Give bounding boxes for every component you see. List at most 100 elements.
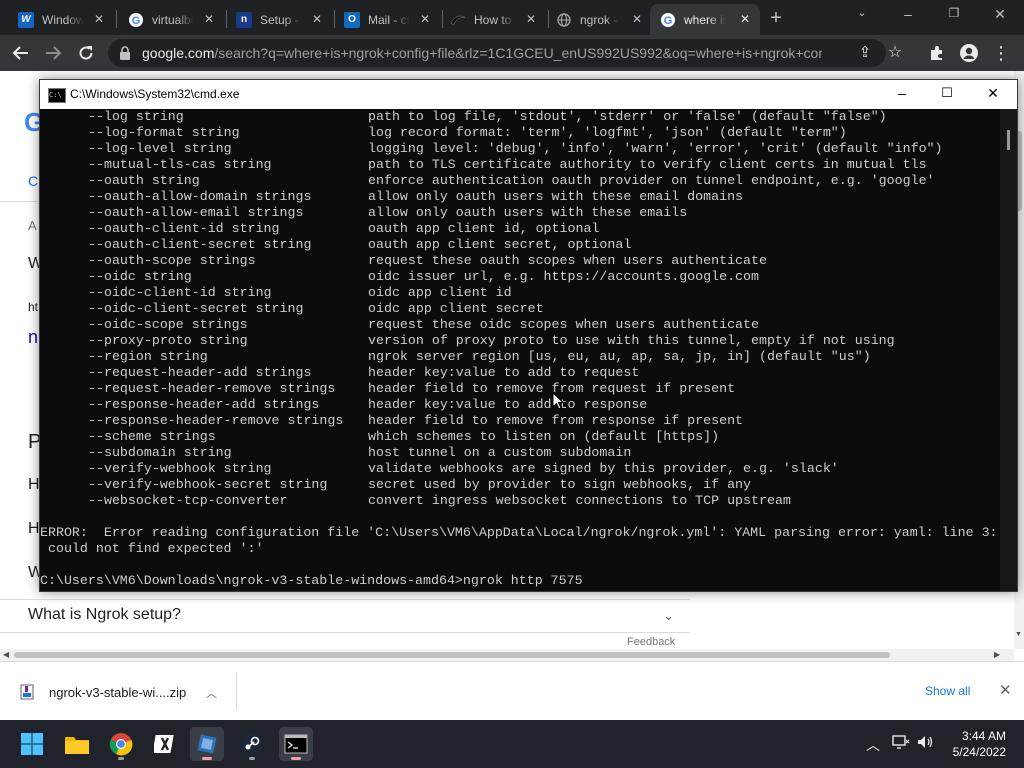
- svg-text:G: G: [664, 15, 673, 27]
- tab-close-icon[interactable]: ✕: [738, 12, 752, 26]
- windows-taskbar: ︿ 3:44 AM 5/24/2022: [0, 720, 1024, 768]
- show-all-downloads-button[interactable]: Show all: [925, 684, 970, 698]
- cmd-scrollbar[interactable]: [1000, 109, 1017, 591]
- browser-tab[interactable]: n Setup - ngrok ✕: [226, 4, 332, 35]
- lock-icon[interactable]: [118, 45, 132, 61]
- running-indicator: [118, 757, 124, 760]
- scroll-right-arrow-icon[interactable]: ▶: [994, 650, 1000, 659]
- option-flag: --verify-webhook-secret string: [88, 477, 328, 492]
- share-icon[interactable]: ⇪: [854, 42, 876, 64]
- close-browser-button[interactable]: ✕: [990, 6, 1010, 23]
- cmd-close-button[interactable]: ✕: [983, 85, 1003, 102]
- download-item[interactable]: ngrok-v3-stable-wi....zip ︿: [12, 676, 234, 708]
- google-favicon-icon: G: [660, 12, 676, 28]
- tab-close-icon[interactable]: ✕: [202, 12, 216, 26]
- show-hidden-icons-chevron-icon[interactable]: ︿: [866, 735, 880, 755]
- tab-close-icon[interactable]: ✕: [418, 12, 432, 26]
- cmd-window[interactable]: C:\ C:\Windows\System32\cmd.exe – ☐ ✕ --…: [39, 79, 1018, 592]
- tab-search-chevron-icon[interactable]: ⌄: [852, 6, 872, 19]
- address-bar[interactable]: google.com/search?q=where+is+ngrok+confi…: [108, 39, 902, 67]
- taskbar-chrome[interactable]: [104, 727, 138, 761]
- start-button[interactable]: [15, 727, 49, 761]
- xbox-icon: [154, 735, 174, 753]
- forward-arrow-icon[interactable]: [42, 42, 64, 64]
- browser-tab-active[interactable]: G where is ✕: [650, 4, 760, 35]
- console-output[interactable]: --log string path to log file, 'stdout', …: [40, 109, 998, 591]
- tab-close-icon[interactable]: ✕: [310, 12, 324, 26]
- browser-tab[interactable]: G virtualbox ✕: [118, 4, 224, 35]
- browser-tab-strip: W Windows ✕ G virtualbox ✕ n Setup - ngr…: [0, 0, 1024, 35]
- svg-text:G: G: [132, 15, 141, 27]
- cmd-minimize-button[interactable]: –: [892, 85, 912, 101]
- faq-item[interactable]: What is Ngrok setup? ⌄: [28, 606, 688, 630]
- tab-close-icon[interactable]: ✕: [92, 12, 106, 26]
- taskbar-cmd[interactable]: [279, 727, 313, 761]
- cmd-maximize-button[interactable]: ☐: [937, 85, 957, 101]
- close-downloads-bar-icon[interactable]: ✕: [999, 681, 1012, 699]
- zip-file-icon: [20, 684, 34, 700]
- minimize-browser-button[interactable]: –: [898, 6, 918, 22]
- browser-menu-kebab-icon[interactable]: ⋮: [990, 42, 1012, 64]
- profile-avatar-icon[interactable]: [958, 42, 980, 64]
- option-flag: --mutual-tls-cas string: [88, 157, 272, 172]
- option-description: oidc issuer url, e.g. https://accounts.g…: [368, 269, 759, 284]
- reload-icon[interactable]: [75, 42, 97, 64]
- option-description: version of proxy proto to use with this …: [368, 333, 895, 348]
- cmd-title-bar[interactable]: C:\ C:\Windows\System32\cmd.exe – ☐ ✕: [40, 80, 1017, 109]
- scroll-left-arrow-icon[interactable]: ◀: [3, 650, 9, 659]
- option-flag: --response-header-remove strings: [88, 413, 344, 428]
- option-description: oidc app client secret: [368, 301, 544, 316]
- url-text[interactable]: google.com/search?q=where+is+ngrok+confi…: [142, 45, 822, 61]
- google-favicon-icon: G: [128, 12, 144, 28]
- page-horizontal-scrollbar[interactable]: ◀ ▶: [0, 649, 1014, 661]
- cmd-scroll-thumb[interactable]: [1007, 130, 1010, 150]
- ngrok-n-favicon-icon: n: [236, 11, 252, 28]
- option-description: path to TLS certificate authority to ver…: [368, 157, 927, 172]
- taskbar-virtualbox[interactable]: [190, 727, 224, 761]
- download-file-name: ngrok-v3-stable-wi....zip: [49, 685, 187, 700]
- scroll-down-arrow-icon[interactable]: ▼: [1015, 631, 1022, 638]
- tab-close-icon[interactable]: ✕: [524, 12, 538, 26]
- globe-favicon-icon: [556, 12, 572, 28]
- browser-tab[interactable]: How to ✕: [440, 4, 546, 35]
- option-description: log record format: 'term', 'logfmt', 'js…: [368, 125, 847, 140]
- browser-tab[interactable]: W Windows ✕: [8, 4, 114, 35]
- browser-tab[interactable]: O Mail - cr ✕: [334, 4, 440, 35]
- option-description: logging level: 'debug', 'info', 'warn', …: [368, 141, 943, 156]
- outlook-favicon-icon: O: [344, 11, 360, 28]
- option-description: allow only oauth users with these emails: [368, 205, 688, 220]
- horizontal-scroll-thumb[interactable]: [14, 652, 890, 658]
- browser-toolbar: google.com/search?q=where+is+ngrok+confi…: [0, 35, 1024, 71]
- clock-time[interactable]: 3:44 AM: [950, 729, 1006, 743]
- new-tab-button[interactable]: +: [766, 8, 786, 28]
- taskbar-xbox[interactable]: [148, 727, 182, 761]
- network-icon[interactable]: [892, 734, 910, 753]
- browser-tab[interactable]: ngrok - Re ✕: [546, 4, 652, 35]
- feedback-link[interactable]: Feedback: [627, 636, 675, 648]
- faq-fragment[interactable]: H: [28, 520, 40, 538]
- bookmark-star-icon[interactable]: ☆: [884, 42, 906, 64]
- search-tab-fragment[interactable]: C: [28, 173, 38, 189]
- clock-date[interactable]: 5/24/2022: [936, 745, 1006, 759]
- divider: [236, 672, 237, 710]
- option-flag: --verify-webhook string: [88, 461, 272, 476]
- faq-fragment[interactable]: H: [28, 476, 40, 494]
- back-arrow-icon[interactable]: [10, 42, 32, 64]
- option-flag: --oauth string: [88, 173, 200, 188]
- option-flag: --log-format string: [88, 125, 240, 140]
- command-prompt-line[interactable]: C:\Users\VM6\Downloads\ngrok-v3-stable-w…: [40, 573, 583, 589]
- taskbar-steam[interactable]: [235, 727, 269, 761]
- error-line: ERROR: Error reading configuration file …: [40, 525, 998, 540]
- volume-icon[interactable]: [917, 734, 935, 753]
- option-flag: --websocket-tcp-converter: [88, 493, 288, 508]
- extensions-puzzle-icon[interactable]: [926, 42, 948, 64]
- option-description: secret used by provider to sign webhooks…: [368, 477, 752, 492]
- tab-close-icon[interactable]: ✕: [630, 12, 644, 26]
- option-flag: --oauth-scope strings: [88, 253, 256, 268]
- taskbar-file-explorer[interactable]: [60, 727, 94, 761]
- option-flag: --oauth-client-id string: [88, 221, 280, 236]
- restore-browser-button[interactable]: ❐: [944, 6, 964, 20]
- option-description: header key:value to add to request: [368, 365, 640, 380]
- result-link-fragment[interactable]: n: [28, 327, 38, 348]
- download-options-chevron-icon[interactable]: ︿: [206, 685, 217, 701]
